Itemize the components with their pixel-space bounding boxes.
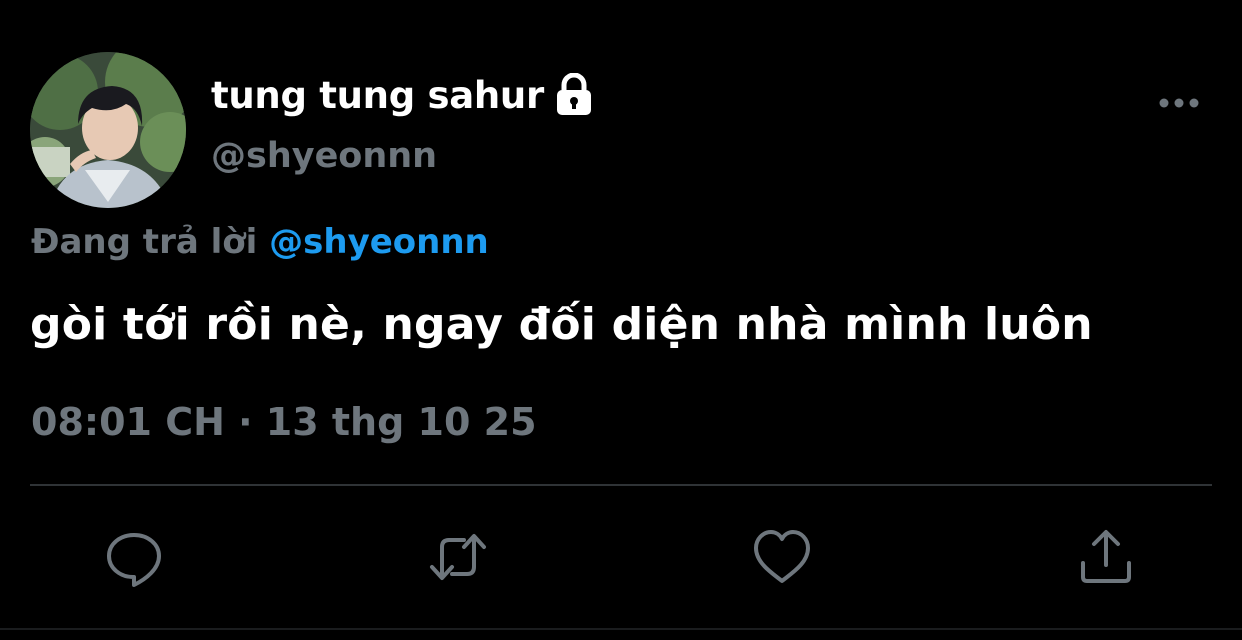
display-name-row: tung tung sahur	[211, 68, 594, 122]
lock-icon	[554, 72, 594, 117]
bottom-divider	[0, 628, 1242, 630]
tweet-detail: tung tung sahur @shyeonnn Đang trả lời @…	[0, 0, 1242, 640]
like-button[interactable]	[752, 527, 812, 587]
reply-context: Đang trả lời @shyeonnn	[31, 222, 489, 262]
heart-icon	[754, 530, 810, 583]
retweet-icon	[430, 534, 486, 580]
author-handle[interactable]: @shyeonnn	[211, 136, 437, 176]
tweet-text: gòi tới rồi nè, ngay đối diện nhà mình l…	[30, 299, 1093, 350]
retweet-button[interactable]	[428, 527, 488, 587]
divider	[30, 484, 1212, 486]
profile-photo-icon	[30, 52, 186, 208]
reply-context-prefix: Đang trả lời	[31, 222, 258, 262]
comment-icon	[107, 533, 161, 587]
more-horizontal-icon[interactable]	[1158, 94, 1200, 112]
share-icon	[1081, 530, 1131, 583]
avatar[interactable]	[30, 52, 186, 208]
share-button[interactable]	[1076, 527, 1136, 587]
reply-button[interactable]	[104, 527, 164, 587]
display-name[interactable]: tung tung sahur	[211, 74, 544, 117]
tweet-timestamp[interactable]: 08:01 CH · 13 thg 10 25	[31, 400, 537, 444]
reply-mention-link[interactable]: @shyeonnn	[269, 222, 489, 262]
